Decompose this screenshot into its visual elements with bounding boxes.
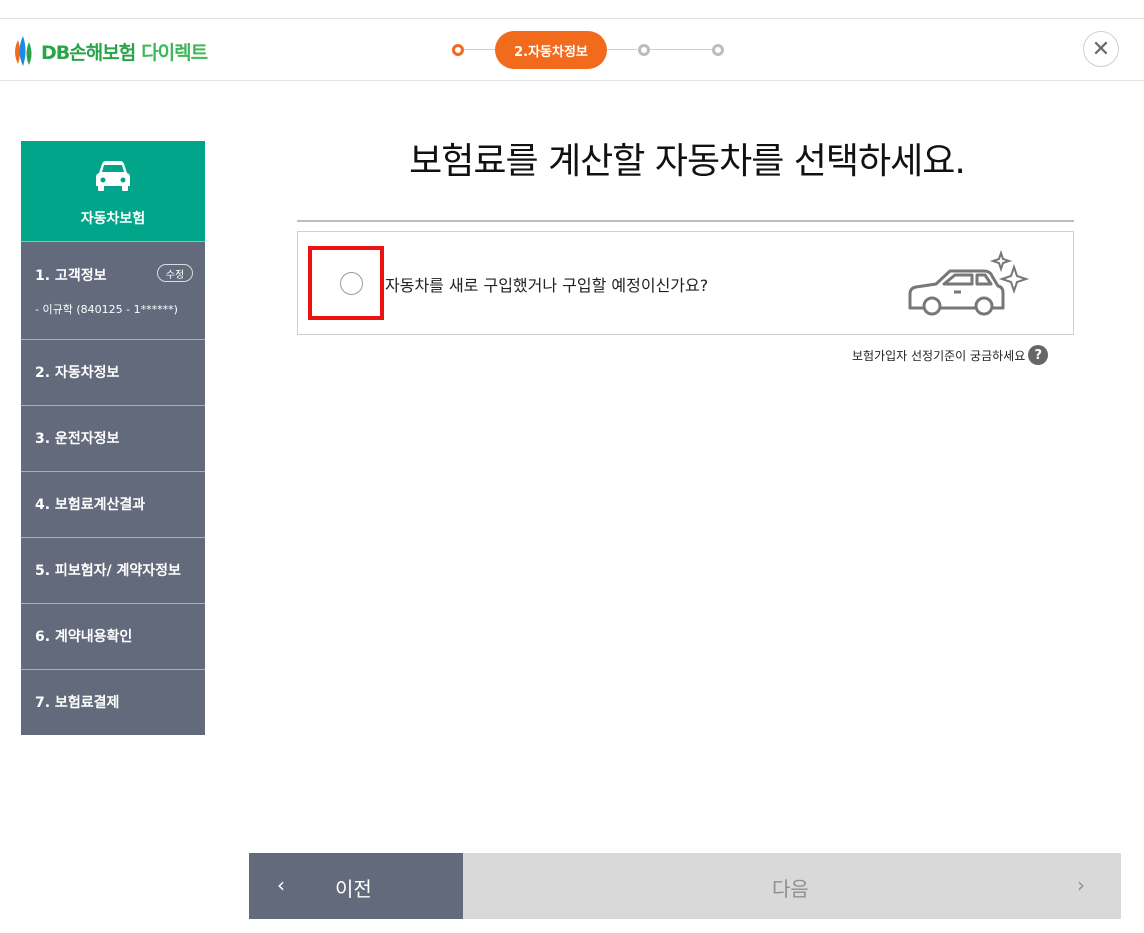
current-step-badge: 2.자동차정보	[495, 31, 607, 69]
sidebar-item-label: 7. 보험료결제	[35, 695, 120, 711]
sidebar-item-customer-info[interactable]: 1. 고객정보 수정 - 이규학 (840125 - 1******)	[21, 241, 205, 339]
step-connector	[464, 49, 496, 50]
sidebar-header: 자동차보험	[21, 141, 205, 241]
chevron-right-icon: ›	[1077, 873, 1085, 897]
next-button-label: 다음	[772, 877, 809, 901]
radio-highlight-box	[308, 246, 384, 320]
help-link[interactable]: 보험가입자 선정기준이 궁금하세요 ?	[852, 345, 1049, 365]
db-logo-icon	[15, 36, 32, 66]
sidebar-item-label: 5. 피보험자/ 계약자정보	[35, 563, 181, 579]
sidebar-item-payment[interactable]: 7. 보험료결제	[21, 669, 205, 735]
sidebar-item-contract-review[interactable]: 6. 계약내용확인	[21, 603, 205, 669]
sidebar-item-vehicle-info[interactable]: 2. 자동차정보	[21, 339, 205, 405]
sidebar-item-label: 1. 고객정보	[35, 268, 107, 284]
question-icon: ?	[1028, 345, 1049, 365]
logo-subtext: 다이렉트	[141, 41, 208, 64]
prev-button-label: 이전	[335, 877, 372, 901]
sidebar-item-insured-contractor[interactable]: 5. 피보험자/ 계약자정보	[21, 537, 205, 603]
sidebar: 자동차보험 1. 고객정보 수정 - 이규학 (840125 - 1******…	[21, 141, 205, 735]
step-1-dot	[452, 44, 464, 56]
chevron-left-icon: ‹	[277, 873, 285, 897]
step-connector	[650, 49, 712, 50]
sidebar-item-label: 6. 계약내용확인	[35, 629, 133, 645]
sidebar-item-label: 3. 운전자정보	[35, 431, 120, 447]
logo-text: DB손해보험	[41, 41, 136, 64]
edit-button[interactable]: 수정	[157, 264, 193, 282]
step-4-dot	[712, 44, 724, 56]
sidebar-item-premium-result[interactable]: 4. 보험료계산결과	[21, 471, 205, 537]
close-button[interactable]: ✕	[1083, 31, 1119, 67]
sidebar-item-label: 4. 보험료계산결과	[35, 497, 146, 513]
sidebar-item-driver-info[interactable]: 3. 운전자정보	[21, 405, 205, 471]
new-car-option[interactable]: 자동차를 새로 구입했거나 구입할 예정이신가요?	[297, 231, 1074, 335]
car-icon	[96, 161, 130, 191]
step-3-dot	[638, 44, 650, 56]
next-button[interactable]: 다음 ›	[463, 853, 1121, 919]
new-car-option-label: 자동차를 새로 구입했거나 구입할 예정이신가요?	[385, 276, 709, 295]
sidebar-item-label: 2. 자동차정보	[35, 365, 120, 381]
new-car-icon	[908, 249, 1030, 316]
db-logo[interactable]: DB손해보험 다이렉트	[10, 34, 208, 68]
divider	[297, 220, 1074, 222]
page-title: 보험료를 계산할 자동차를 선택하세요.	[409, 141, 966, 182]
header: DB손해보험 다이렉트 2.자동차정보 ✕	[0, 19, 1144, 81]
close-icon: ✕	[1091, 36, 1111, 62]
help-text: 보험가입자 선정기준이 궁금하세요	[852, 348, 1026, 363]
sidebar-header-label: 자동차보험	[80, 211, 146, 227]
step-connector	[607, 49, 637, 50]
prev-button[interactable]: ‹ 이전	[249, 853, 463, 919]
customer-summary: - 이규학 (840125 - 1******)	[35, 303, 178, 316]
